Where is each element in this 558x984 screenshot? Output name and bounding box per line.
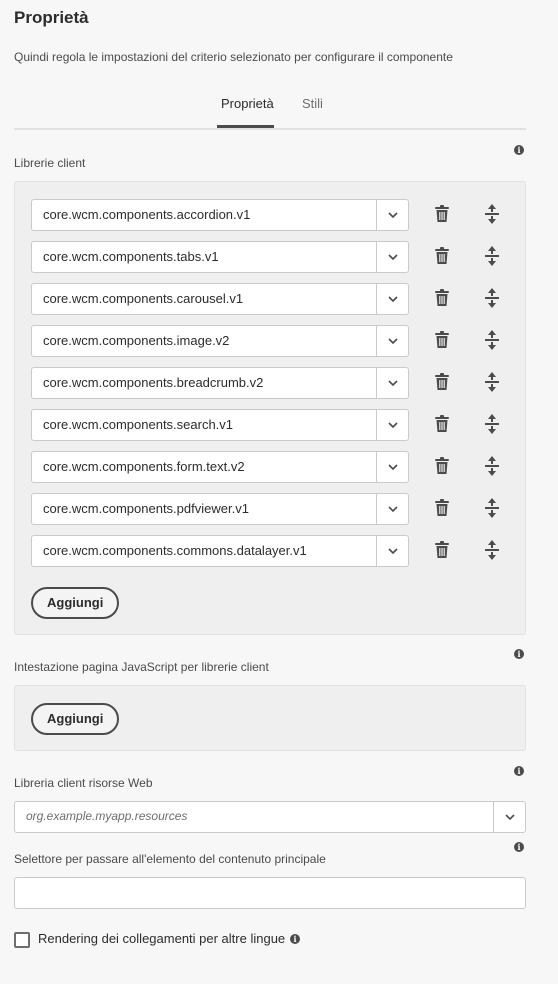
client-lib-value: core.wcm.components.image.v2 — [43, 333, 230, 348]
alternate-links-checkbox[interactable] — [14, 932, 30, 948]
client-lib-dropdown[interactable] — [376, 242, 408, 272]
js-head-libs-label: Intestazione pagina JavaScript per libre… — [14, 660, 269, 674]
chevron-down-icon — [388, 254, 398, 260]
info-icon[interactable]: i — [514, 842, 524, 852]
client-lib-row: core.wcm.components.search.v1 — [31, 409, 511, 441]
client-lib-value: core.wcm.components.search.v1 — [43, 417, 234, 432]
trash-icon[interactable] — [434, 457, 450, 475]
main-selector-input[interactable] — [14, 877, 526, 909]
chevron-down-icon — [388, 296, 398, 302]
client-lib-row: core.wcm.components.image.v2 — [31, 325, 511, 357]
drag-handle-icon[interactable] — [485, 287, 499, 309]
drag-handle-icon[interactable] — [485, 497, 499, 519]
trash-icon[interactable] — [434, 289, 450, 307]
chevron-down-icon — [388, 506, 398, 512]
web-resources-label: Libreria client risorse Web — [14, 776, 153, 790]
trash-icon[interactable] — [434, 373, 450, 391]
trash-icon[interactable] — [434, 205, 450, 223]
client-lib-value: core.wcm.components.form.text.v2 — [43, 459, 245, 474]
trash-icon[interactable] — [434, 247, 450, 265]
client-lib-select[interactable]: core.wcm.components.commons.datalayer.v1 — [31, 535, 409, 567]
drag-handle-icon[interactable] — [485, 455, 499, 477]
client-lib-value: core.wcm.components.accordion.v1 — [43, 207, 251, 222]
page-title: Proprietà — [14, 8, 89, 27]
tab-properties[interactable]: Proprietà — [221, 96, 274, 111]
client-lib-value: core.wcm.components.carousel.v1 — [43, 291, 244, 306]
client-lib-value: core.wcm.components.breadcrumb.v2 — [43, 375, 264, 390]
client-lib-value: core.wcm.components.pdfviewer.v1 — [43, 501, 249, 516]
drag-handle-icon[interactable] — [485, 329, 499, 351]
client-lib-dropdown[interactable] — [376, 368, 408, 398]
client-lib-value: core.wcm.components.commons.datalayer.v1 — [43, 543, 307, 558]
client-lib-select[interactable]: core.wcm.components.carousel.v1 — [31, 283, 409, 315]
chevron-down-icon — [388, 338, 398, 344]
client-libs-panel: core.wcm.components.accordion.v1 core.wcm… — [14, 181, 526, 635]
client-lib-select[interactable]: core.wcm.components.tabs.v1 — [31, 241, 409, 273]
add-js-head-lib-button[interactable]: Aggiungi — [31, 703, 120, 735]
client-lib-dropdown[interactable] — [376, 200, 408, 230]
page-subtitle: Quindi regola le impostazioni del criter… — [14, 50, 453, 64]
main-selector-label: Selettore per passare all'elemento del c… — [14, 852, 326, 866]
chevron-down-icon — [388, 212, 398, 218]
tab-bar: Proprietà Stili — [14, 88, 526, 130]
client-lib-select[interactable]: core.wcm.components.breadcrumb.v2 — [31, 367, 409, 399]
info-icon[interactable]: i — [290, 934, 300, 944]
info-icon[interactable]: i — [514, 145, 524, 155]
web-resources-select[interactable]: org.example.myapp.resources — [14, 801, 526, 833]
trash-icon[interactable] — [434, 499, 450, 517]
client-lib-select[interactable]: core.wcm.components.accordion.v1 — [31, 199, 409, 231]
info-icon[interactable]: i — [514, 766, 524, 776]
client-libs-label: Librerie client — [14, 156, 86, 170]
chevron-down-icon — [388, 422, 398, 428]
client-lib-dropdown[interactable] — [376, 410, 408, 440]
client-lib-dropdown[interactable] — [376, 536, 408, 566]
client-lib-dropdown[interactable] — [376, 494, 408, 524]
chevron-down-icon — [505, 814, 515, 820]
client-lib-row: core.wcm.components.carousel.v1 — [31, 283, 511, 315]
chevron-down-icon — [388, 464, 398, 470]
add-client-lib-button[interactable]: Aggiungi — [31, 587, 120, 619]
alternate-links-label[interactable]: Rendering dei collegamenti per altre lin… — [38, 931, 285, 946]
client-lib-row: core.wcm.components.breadcrumb.v2 — [31, 367, 511, 399]
drag-handle-icon[interactable] — [485, 371, 499, 393]
drag-handle-icon[interactable] — [485, 539, 499, 561]
drag-handle-icon[interactable] — [485, 245, 499, 267]
client-lib-row: core.wcm.components.accordion.v1 — [31, 199, 511, 231]
client-lib-dropdown[interactable] — [376, 284, 408, 314]
client-lib-select[interactable]: core.wcm.components.search.v1 — [31, 409, 409, 441]
client-lib-row: core.wcm.components.commons.datalayer.v1 — [31, 535, 511, 567]
client-lib-row: core.wcm.components.tabs.v1 — [31, 241, 511, 273]
client-lib-select[interactable]: core.wcm.components.image.v2 — [31, 325, 409, 357]
trash-icon[interactable] — [434, 331, 450, 349]
web-resources-placeholder: org.example.myapp.resources — [26, 809, 188, 823]
drag-handle-icon[interactable] — [485, 203, 499, 225]
web-resources-dropdown[interactable] — [493, 802, 525, 832]
client-lib-select[interactable]: core.wcm.components.pdfviewer.v1 — [31, 493, 409, 525]
client-lib-dropdown[interactable] — [376, 452, 408, 482]
trash-icon[interactable] — [434, 415, 450, 433]
client-lib-select[interactable]: core.wcm.components.form.text.v2 — [31, 451, 409, 483]
js-head-libs-panel: Aggiungi — [14, 685, 526, 751]
client-lib-value: core.wcm.components.tabs.v1 — [43, 249, 219, 264]
client-lib-row: core.wcm.components.pdfviewer.v1 — [31, 493, 511, 525]
client-lib-row: core.wcm.components.form.text.v2 — [31, 451, 511, 483]
active-tab-indicator — [217, 125, 274, 128]
trash-icon[interactable] — [434, 541, 450, 559]
drag-handle-icon[interactable] — [485, 413, 499, 435]
chevron-down-icon — [388, 548, 398, 554]
tab-styles[interactable]: Stili — [302, 96, 323, 111]
info-icon[interactable]: i — [514, 649, 524, 659]
chevron-down-icon — [388, 380, 398, 386]
client-lib-dropdown[interactable] — [376, 326, 408, 356]
